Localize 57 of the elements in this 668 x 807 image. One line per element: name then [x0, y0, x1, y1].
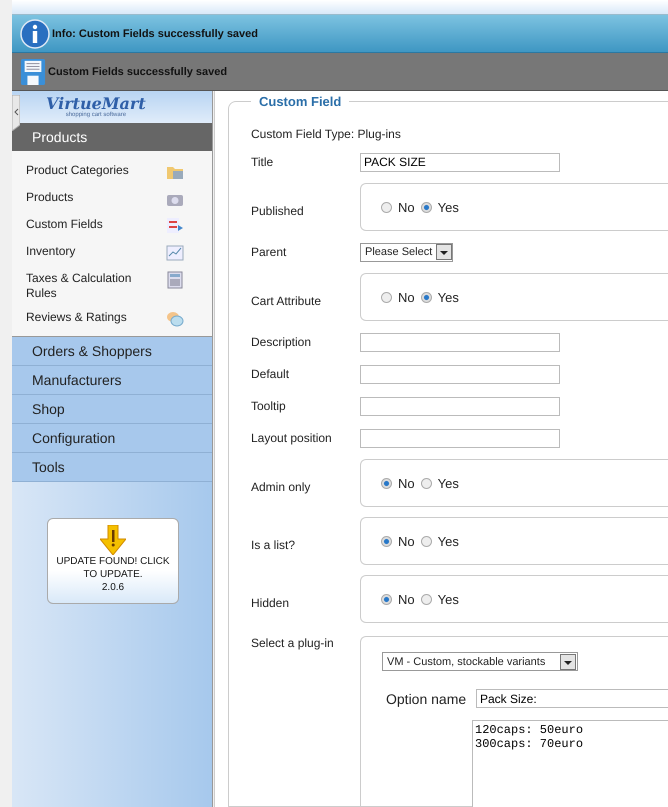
submenu-item[interactable]: Reviews & Ratings [26, 310, 146, 325]
text-input[interactable] [360, 428, 560, 448]
chart-icon [166, 244, 184, 262]
text-input[interactable] [360, 364, 560, 384]
radio-button[interactable]: Yes [420, 476, 459, 491]
submenu-item[interactable]: Taxes & Calculation Rules [26, 271, 146, 301]
text-input[interactable]: PACK SIZE [360, 152, 560, 172]
field-label: Admin only [251, 479, 312, 494]
submenu-item[interactable]: Inventory [26, 244, 146, 259]
field-label: Published [251, 203, 305, 218]
collapse-tab-icon[interactable] [12, 95, 20, 131]
text-input[interactable] [360, 332, 560, 352]
sidebar-section[interactable]: Configuration [12, 424, 212, 453]
submenu-item[interactable]: Products [26, 190, 146, 205]
field-label: Tooltip [251, 399, 287, 413]
radio-button[interactable]: No [381, 476, 415, 491]
text-input[interactable]: Pack Size: [476, 689, 668, 708]
field-label: Select a plug-in [251, 636, 335, 650]
dropdown[interactable]: VM - Custom, stockable variants [382, 652, 578, 671]
radio-button[interactable]: Yes [420, 534, 459, 549]
dropdown[interactable]: Please Select [360, 242, 454, 262]
field-label: Hidden [251, 595, 290, 610]
radio-button[interactable]: No [381, 592, 415, 607]
option-label: Option name [385, 690, 468, 706]
radio-button[interactable]: No [381, 534, 415, 549]
logo-text: VirtueMart [46, 96, 146, 112]
field-label: Parent [251, 245, 288, 259]
form-icon [166, 217, 184, 235]
radio-button[interactable]: No [381, 200, 415, 215]
field-label: Default [251, 367, 290, 381]
calculator-icon [166, 271, 184, 289]
save-message: Custom Fields successfully saved [48, 66, 228, 78]
radio-button[interactable]: Yes [420, 592, 459, 607]
panel-legend: Custom Field [251, 94, 350, 109]
submenu-item[interactable]: Custom Fields [26, 217, 146, 232]
sidebar-section-header[interactable]: Products [12, 123, 212, 151]
field-label: Layout position [251, 431, 333, 445]
sidebar-section[interactable]: Manufacturers [12, 366, 212, 395]
radio-button[interactable]: Yes [420, 290, 459, 305]
radio-button[interactable]: Yes [420, 200, 459, 215]
speech-bubble-icon [166, 310, 184, 328]
text-input[interactable] [360, 396, 560, 416]
field-type-text: Custom Field Type: Plug-ins [251, 127, 401, 141]
field-label: Cart Attribute [251, 293, 322, 308]
warning-arrow-icon [100, 525, 126, 555]
sidebar-section[interactable]: Orders & Shoppers [12, 337, 212, 366]
sidebar-section[interactable]: Tools [12, 453, 212, 482]
submenu-item[interactable]: Product Categories [26, 163, 146, 178]
sidebar-section[interactable]: Shop [12, 395, 212, 424]
update-button[interactable]: UPDATE FOUND! CLICK TO UPDATE. 2.0.6 [47, 518, 179, 604]
info-message: Info: Custom Fields successfully saved [52, 28, 258, 40]
text-area[interactable]: 120caps: 50euro 300caps: 70euro [472, 720, 668, 807]
field-label: Title [251, 155, 274, 169]
field-label: Description [251, 335, 312, 349]
radio-button[interactable]: No [381, 290, 415, 305]
field-label: Is a list? [251, 537, 296, 552]
info-icon [20, 18, 50, 48]
